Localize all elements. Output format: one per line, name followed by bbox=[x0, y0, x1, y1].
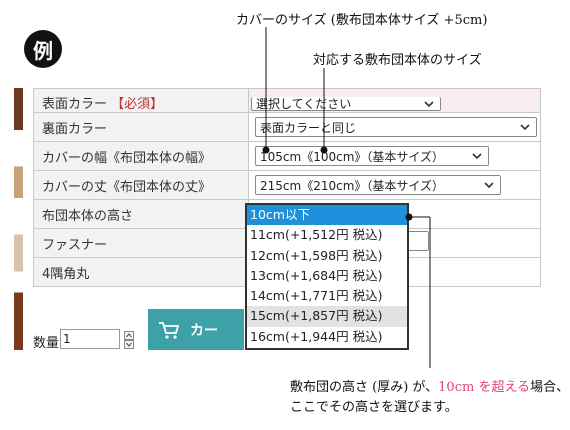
callout-lines bbox=[262, 27, 431, 368]
highlight-text: 10cm を超える bbox=[438, 380, 531, 395]
height-note: 敷布団の高さ (厚み) が、10cm を超える場合、 ここでその高さを選びます。 bbox=[290, 380, 570, 415]
